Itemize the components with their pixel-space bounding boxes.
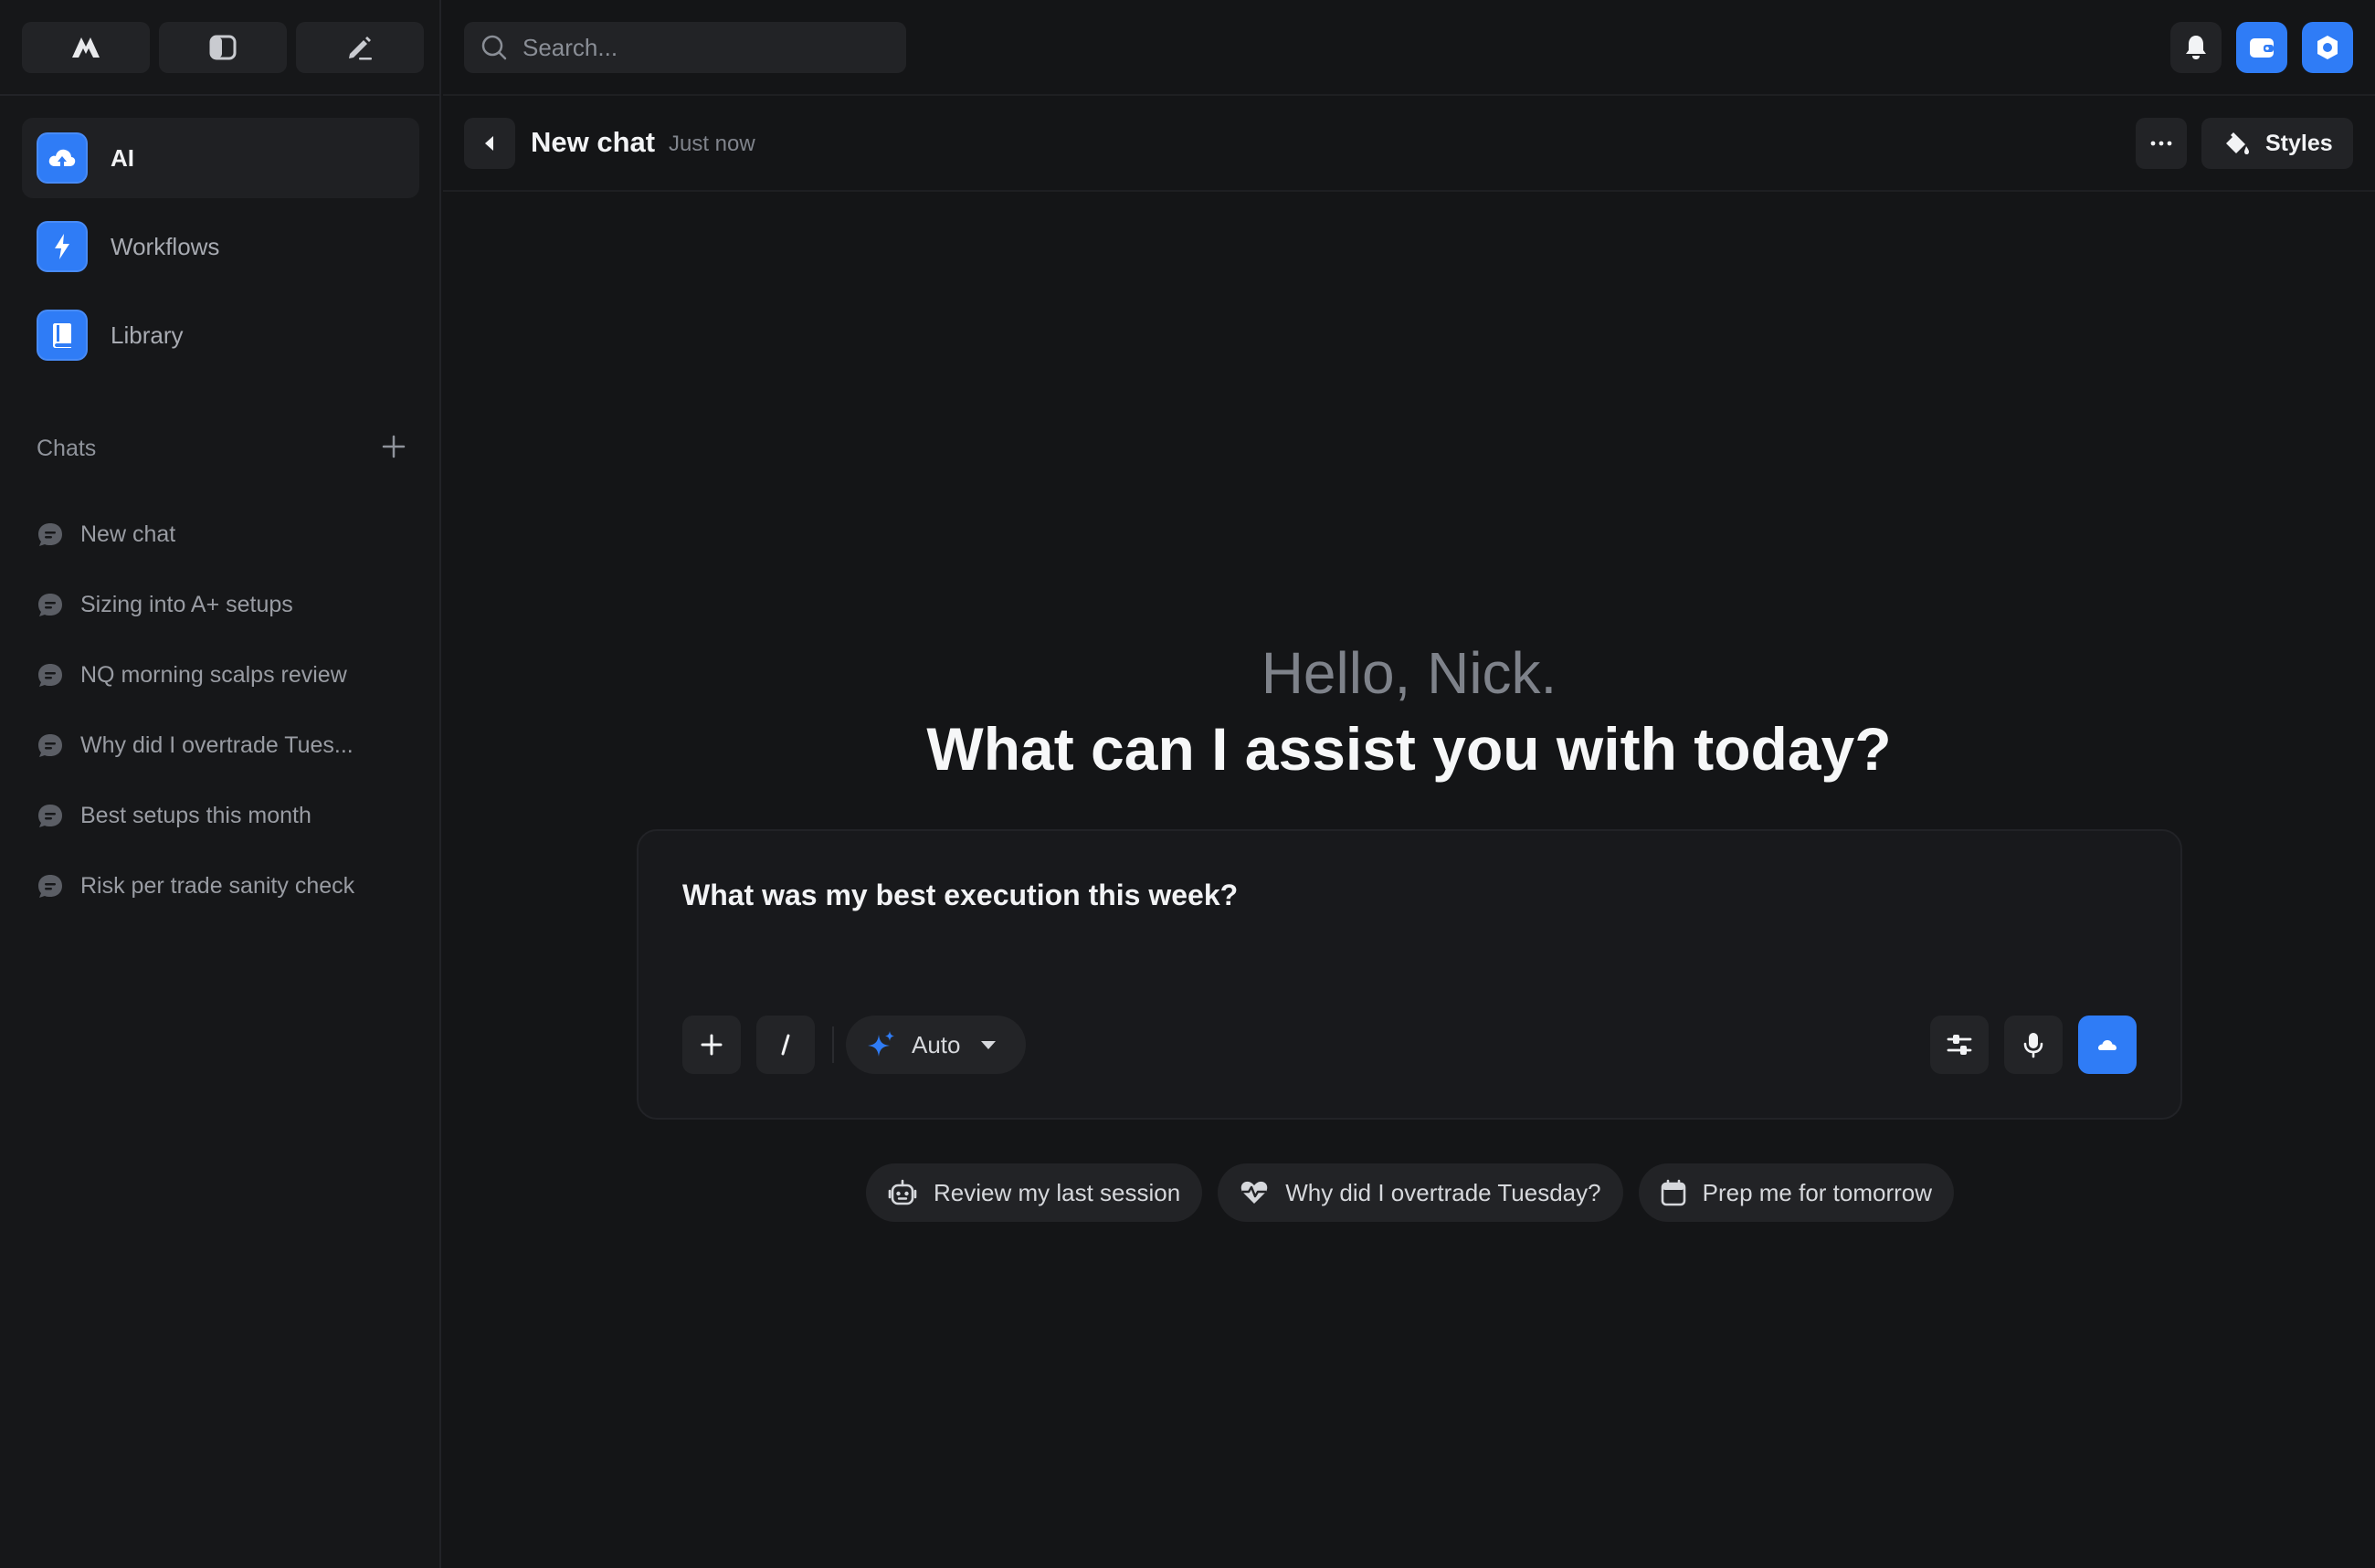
sidebar-item-label: Workflows [111,232,220,260]
send-cloud-icon [2098,1040,2116,1050]
composer-separator [832,1026,834,1063]
sparkle-icon [868,1031,894,1057]
adjustments-button[interactable] [1930,1016,1989,1074]
logo-icon [72,37,100,58]
notifications-button[interactable] [2170,22,2222,73]
voice-input-button[interactable] [2004,1016,2063,1074]
chat-list-item-label: Risk per trade sanity check [80,873,355,899]
sidebar: AI Workflows Library Chats New chat Sizi… [0,0,441,1568]
compose-button[interactable] [296,22,424,73]
chat-bubble-icon [38,733,62,757]
slash-icon [781,1034,790,1056]
sidebar-toolbar [22,22,424,73]
send-button[interactable] [2078,1016,2137,1074]
slash-commands-button[interactable] [756,1016,815,1074]
message-composer[interactable]: What was my best execution this week? Au… [637,829,2182,1120]
page-title: New chat [531,126,656,158]
chats-title: Chats [37,435,97,461]
sidebar-item-label: Library [111,321,184,349]
suggestion-chips: Review my last session Why did I overtra… [866,1163,1955,1222]
chat-bubble-icon [38,804,62,827]
lightning-icon [37,221,88,272]
suggestion-label: Why did I overtrade Tuesday? [1285,1178,1601,1206]
chat-list-item-label: Sizing into A+ setups [80,592,293,617]
search-icon [481,35,507,60]
attach-button[interactable] [682,1016,741,1074]
chat-list-item[interactable]: New chat [37,500,420,570]
chat-list-item-label: New chat [80,521,176,547]
home-logo-button[interactable] [22,22,150,73]
chat-list-item[interactable]: Sizing into A+ setups [37,570,420,640]
sidebar-nav: AI Workflows Library [22,118,419,384]
greeting: Hello, Nick. [1261,640,1557,706]
wallet-button[interactable] [2236,22,2287,73]
sidebar-item-library[interactable]: Library [22,295,419,375]
chevron-down-icon [980,1041,996,1049]
topbar-divider [443,94,2375,96]
sidebar-item-ai[interactable]: AI [22,118,419,198]
top-right-actions [2170,22,2353,73]
more-options-button[interactable] [2136,118,2187,169]
paint-bucket-icon [2226,132,2249,154]
gear-icon [2317,36,2338,59]
chat-list-item-label: NQ morning scalps review [80,662,347,688]
new-chat-plus-button[interactable] [382,433,406,464]
robot-icon [888,1179,917,1205]
chat-list-item[interactable]: Best setups this month [37,781,420,851]
pencil-icon [349,37,372,60]
chat-list-item[interactable]: Why did I overtrade Tues... [37,710,420,781]
chat-list-item-label: Why did I overtrade Tues... [80,732,354,758]
chat-bubble-icon [38,593,62,616]
back-button[interactable] [464,118,515,169]
chats-section-header: Chats [37,433,406,464]
chat-bubble-icon [38,663,62,687]
sliders-icon [1947,1035,1972,1055]
microphone-icon [2023,1033,2043,1058]
wallet-icon [2250,38,2274,58]
chat-list-item-label: Best setups this month [80,803,311,828]
model-selector[interactable]: Auto [846,1016,1026,1074]
model-selector-label: Auto [912,1030,961,1058]
suggestion-review-last-session[interactable]: Review my last session [866,1163,1203,1222]
sidebar-item-workflows[interactable]: Workflows [22,206,419,287]
styles-button-label: Styles [2265,130,2333,156]
search-bar[interactable] [464,22,906,73]
ellipsis-icon [2150,141,2172,146]
suggestion-why-overtrade[interactable]: Why did I overtrade Tuesday? [1218,1163,1623,1222]
suggestion-prep-tomorrow[interactable]: Prep me for tomorrow [1638,1163,1955,1222]
sidebar-divider [0,94,441,96]
book-icon [37,310,88,361]
chat-bubble-icon [38,522,62,546]
header-divider [443,190,2375,192]
chat-bubble-icon [38,874,62,898]
chat-timestamp: Just now [669,132,755,156]
styles-button[interactable]: Styles [2201,118,2353,169]
chat-list: New chat Sizing into A+ setups NQ mornin… [37,500,420,921]
toggle-panel-button[interactable] [159,22,287,73]
headline: What can I assist you with today? [926,715,1892,783]
search-input[interactable] [522,33,888,62]
caret-left-icon [485,136,493,151]
sidebar-item-label: AI [111,143,134,172]
plus-icon [701,1034,723,1056]
bell-icon [2186,36,2206,59]
ai-cloud-icon [37,132,88,184]
calendar-icon [1661,1179,1685,1206]
suggestion-label: Prep me for tomorrow [1702,1178,1933,1206]
settings-button[interactable] [2302,22,2353,73]
suggestion-label: Review my last session [934,1178,1181,1206]
chat-list-item[interactable]: NQ morning scalps review [37,640,420,710]
panel-toggle-icon [209,35,237,60]
heartbeat-icon [1240,1181,1268,1204]
plus-icon [382,435,406,458]
chat-list-item[interactable]: Risk per trade sanity check [37,851,420,921]
composer-input[interactable]: What was my best execution this week? [682,879,1238,912]
